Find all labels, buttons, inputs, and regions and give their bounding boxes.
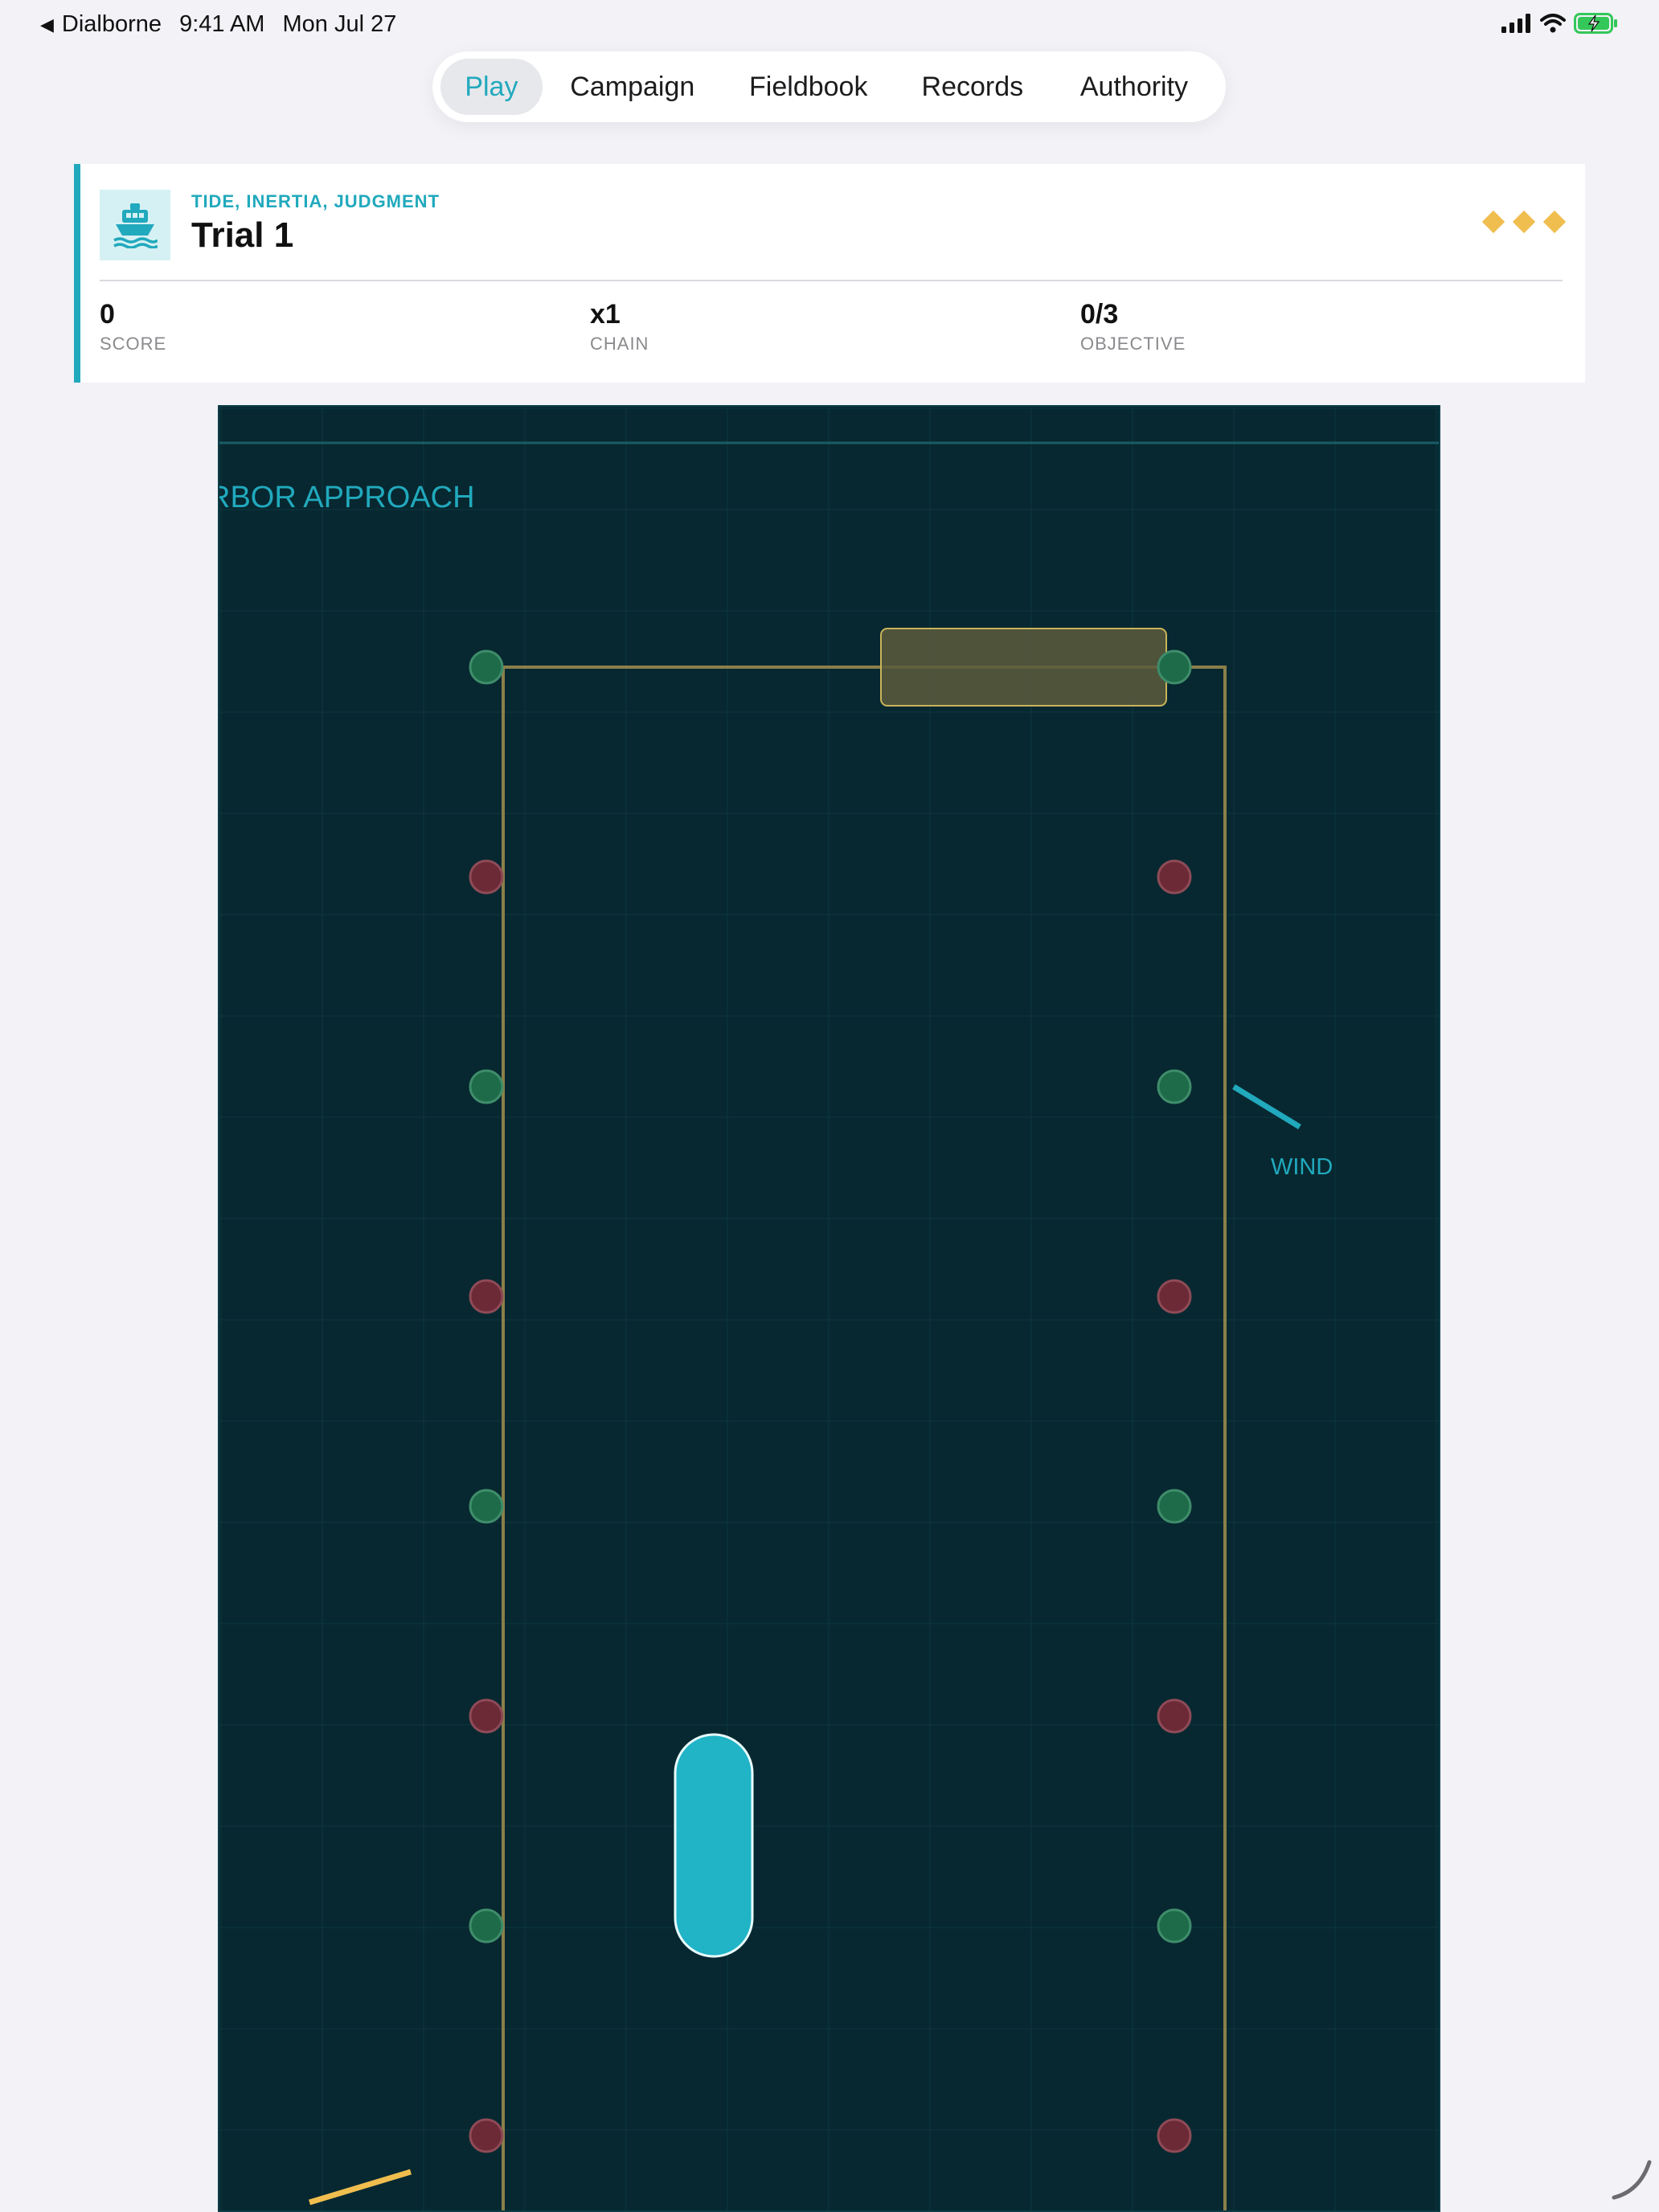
player-boat[interactable] (674, 1733, 754, 1958)
tab-campaign[interactable]: Campaign (543, 59, 723, 115)
green-buoy (1157, 649, 1192, 685)
trial-title: Trial 1 (191, 215, 294, 255)
tab-records[interactable]: Records (895, 59, 1051, 115)
chain-value: x1 (590, 299, 621, 330)
tab-authority[interactable]: Authority (1051, 59, 1218, 115)
gem-icon (1542, 210, 1567, 234)
status-left: ◀ Dialborne 9:41 AM Mon Jul 27 (40, 11, 396, 38)
current-arrow (308, 2169, 412, 2206)
red-buoy (1157, 1698, 1192, 1734)
red-buoy (1157, 2118, 1192, 2153)
red-buoy (469, 1279, 504, 1314)
score-label: SCORE (100, 334, 167, 354)
green-buoy (469, 1069, 504, 1104)
back-app-label[interactable]: Dialborne (62, 11, 162, 38)
cellular-signal-icon (1501, 14, 1530, 33)
dock-target (880, 628, 1167, 707)
gem-icon (1512, 210, 1536, 234)
objective-label: OBJECTIVE (1080, 334, 1186, 354)
resize-handle-icon (1612, 2160, 1652, 2200)
tab-fieldbook[interactable]: Fieldbook (723, 59, 895, 115)
red-buoy (1157, 1279, 1192, 1314)
green-buoy (1157, 1489, 1192, 1524)
red-buoy (1157, 859, 1192, 895)
game-canvas[interactable]: RBOR APPROACH WIND (218, 405, 1440, 2212)
battery-charging-icon (1574, 13, 1617, 34)
score-value: 0 (100, 299, 115, 330)
ship-icon (100, 190, 170, 260)
tab-play[interactable]: Play (440, 59, 543, 115)
green-buoy (1157, 1908, 1192, 1944)
channel-border (502, 666, 1227, 2210)
red-buoy (469, 1698, 504, 1734)
trial-header-card: TIDE, INERTIA, JUDGMENT Trial 1 0 SCORE … (74, 164, 1585, 383)
status-bar: ◀ Dialborne 9:41 AM Mon Jul 27 (0, 0, 1659, 51)
trial-eyebrow: TIDE, INERTIA, JUDGMENT (191, 191, 440, 211)
red-buoy (469, 859, 504, 895)
status-right (1501, 13, 1619, 34)
segmented-tab-bar: Play Campaign Fieldbook Records Authorit… (432, 51, 1226, 122)
objective-value: 0/3 (1080, 299, 1119, 330)
chain-label: CHAIN (590, 334, 649, 354)
game-field-svg (219, 407, 1439, 2210)
difficulty-gems (1481, 210, 1567, 234)
wind-label: WIND (1271, 1154, 1333, 1180)
green-buoy (469, 1908, 504, 1944)
chain-stat: x1 CHAIN (590, 299, 649, 354)
gem-icon (1481, 210, 1505, 234)
score-stat: 0 SCORE (100, 299, 166, 354)
zone-label: RBOR APPROACH (218, 481, 475, 514)
back-arrow-icon[interactable]: ◀ (40, 14, 54, 35)
wifi-icon (1540, 14, 1566, 33)
status-date: Mon Jul 27 (282, 11, 397, 37)
green-buoy (469, 649, 504, 685)
green-buoy (1157, 1069, 1192, 1104)
divider (100, 280, 1563, 281)
wind-arrow (1232, 1084, 1301, 1129)
objective-stat: 0/3 OBJECTIVE (1080, 299, 1186, 354)
green-buoy (469, 1489, 504, 1524)
red-buoy (469, 2118, 504, 2153)
status-time: 9:41 AM (179, 11, 265, 37)
